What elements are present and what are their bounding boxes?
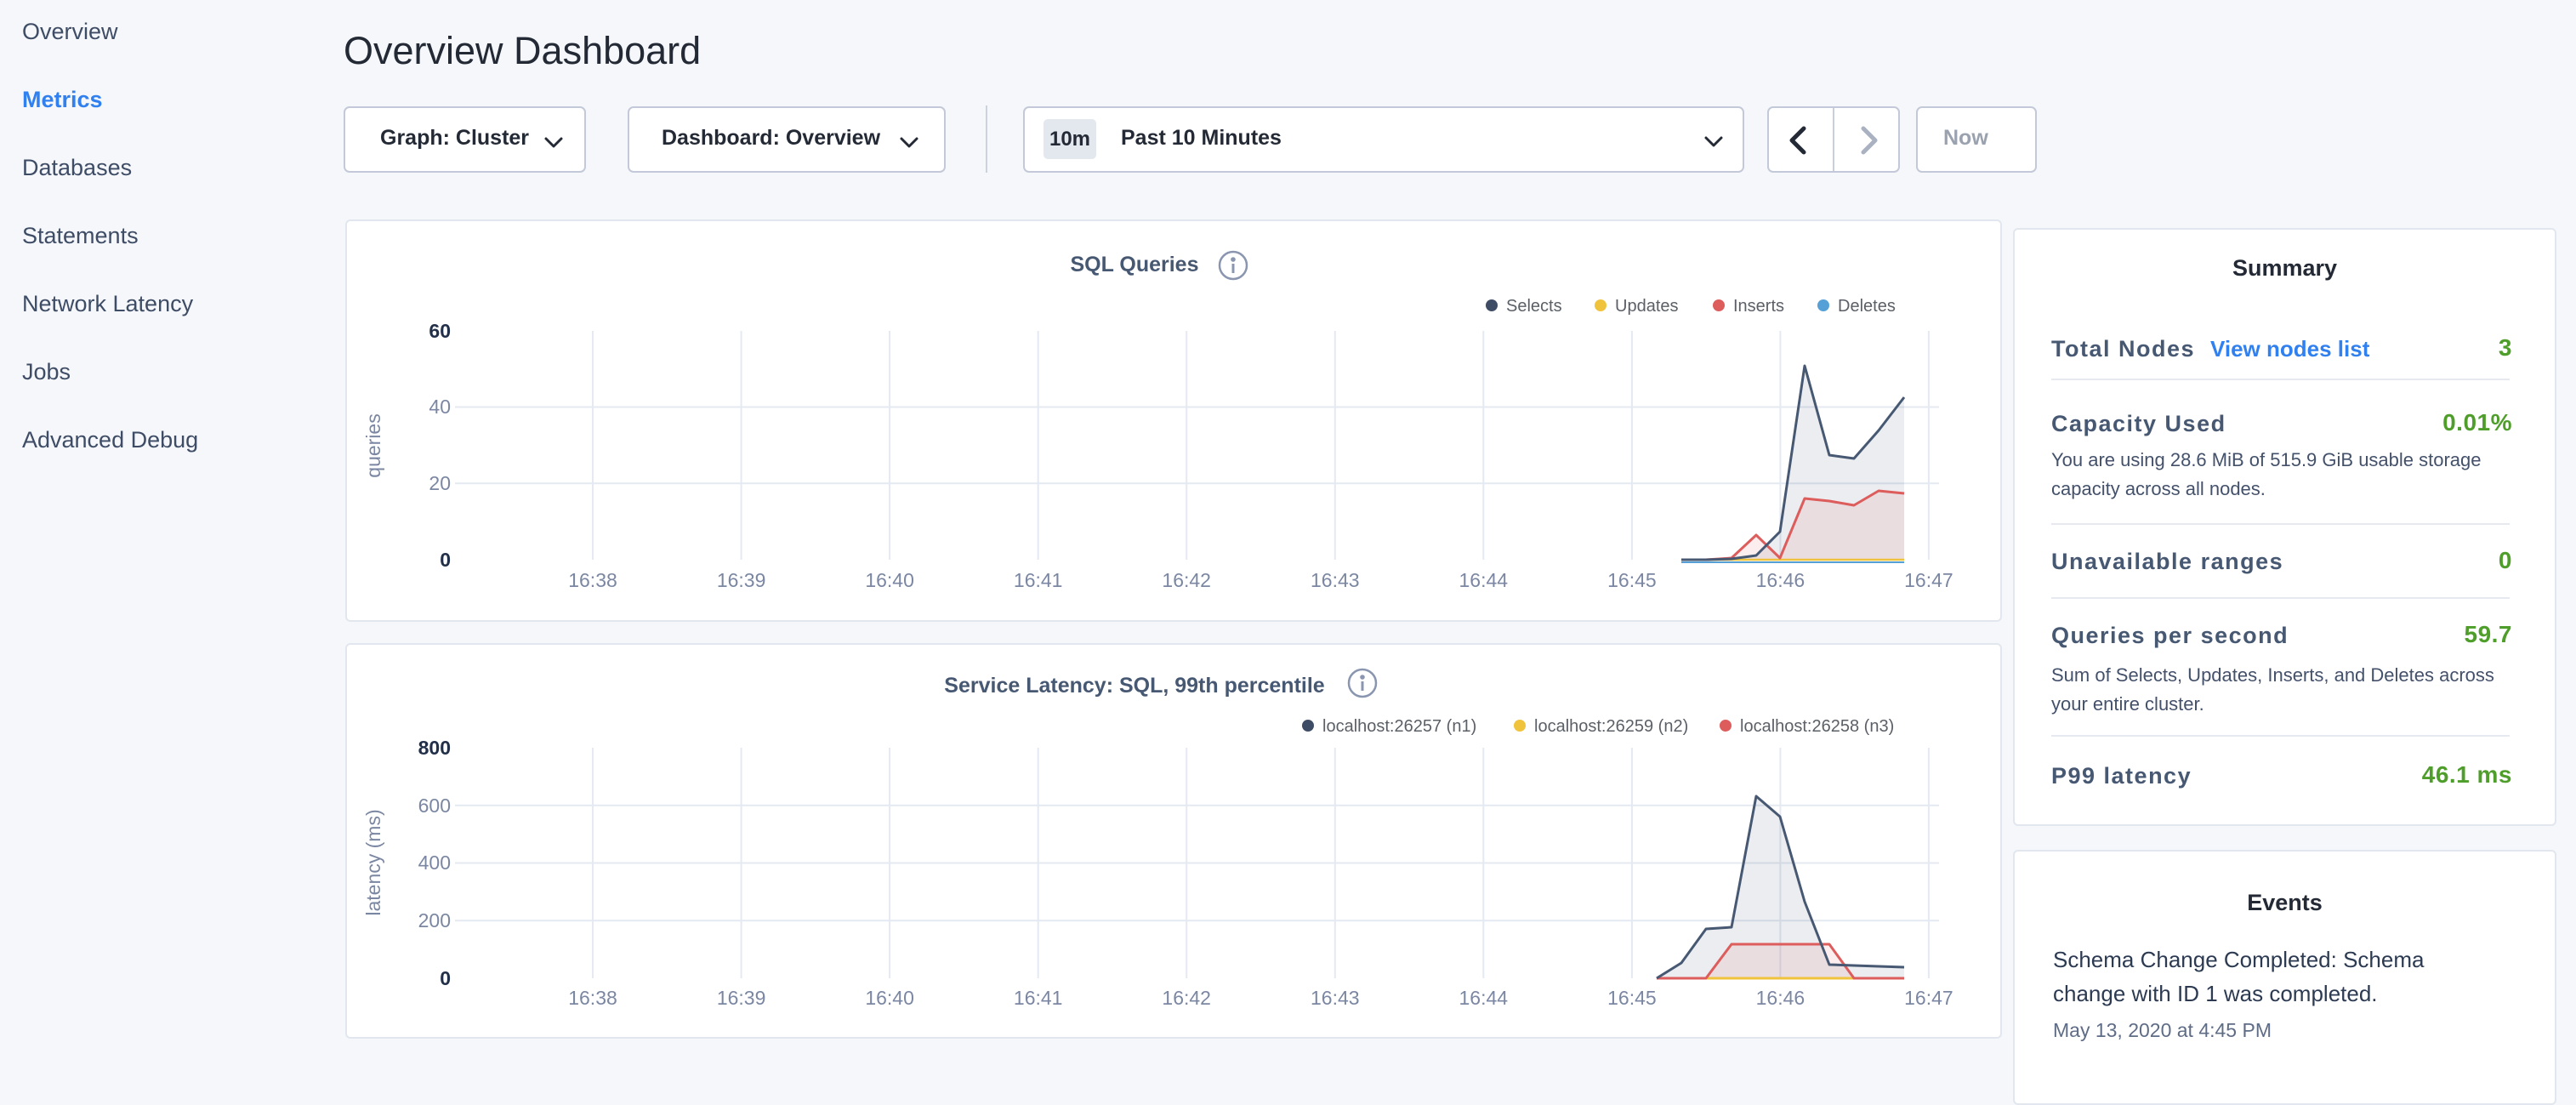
svg-text:localhost:26259 (n2): localhost:26259 (n2) — [1534, 717, 1688, 736]
svg-text:Service Latency: SQL, 99th per: Service Latency: SQL, 99th percentile — [944, 674, 1324, 698]
svg-text:40: 40 — [429, 396, 451, 418]
svg-text:Updates: Updates — [1615, 297, 1679, 316]
svg-text:16:39: 16:39 — [717, 569, 766, 591]
svg-text:16:40: 16:40 — [865, 569, 914, 591]
svg-text:16:40: 16:40 — [865, 987, 914, 1009]
svg-text:20: 20 — [429, 472, 451, 494]
svg-text:16:45: 16:45 — [1607, 569, 1657, 591]
svg-text:16:44: 16:44 — [1459, 569, 1509, 591]
svg-text:16:42: 16:42 — [1162, 987, 1211, 1009]
svg-text:localhost:26258 (n3): localhost:26258 (n3) — [1740, 717, 1894, 736]
svg-text:16:46: 16:46 — [1756, 987, 1805, 1009]
svg-text:16:47: 16:47 — [1904, 987, 1953, 1009]
svg-text:localhost:26257 (n1): localhost:26257 (n1) — [1322, 717, 1476, 736]
svg-text:16:38: 16:38 — [568, 987, 617, 1009]
svg-text:16:41: 16:41 — [1014, 987, 1063, 1009]
svg-text:latency (ms): latency (ms) — [362, 809, 384, 915]
svg-text:16:39: 16:39 — [717, 987, 766, 1009]
svg-text:600: 600 — [418, 795, 451, 817]
svg-text:0: 0 — [440, 549, 451, 571]
svg-text:0: 0 — [440, 967, 451, 989]
svg-text:60: 60 — [429, 320, 451, 342]
svg-text:Inserts: Inserts — [1733, 297, 1784, 316]
svg-text:16:38: 16:38 — [568, 569, 617, 591]
svg-text:SQL Queries: SQL Queries — [1071, 253, 1199, 276]
svg-text:16:47: 16:47 — [1904, 569, 1953, 591]
svg-text:16:42: 16:42 — [1162, 569, 1211, 591]
svg-text:16:43: 16:43 — [1311, 987, 1360, 1009]
svg-text:16:45: 16:45 — [1607, 987, 1657, 1009]
svg-text:400: 400 — [418, 852, 451, 874]
svg-text:Deletes: Deletes — [1838, 297, 1896, 316]
svg-text:16:44: 16:44 — [1459, 987, 1509, 1009]
svg-text:200: 200 — [418, 909, 451, 931]
svg-text:16:41: 16:41 — [1014, 569, 1063, 591]
svg-text:800: 800 — [418, 737, 451, 759]
svg-text:16:43: 16:43 — [1311, 569, 1360, 591]
svg-text:16:46: 16:46 — [1756, 569, 1805, 591]
svg-text:queries: queries — [362, 413, 384, 477]
svg-text:Selects: Selects — [1506, 297, 1562, 316]
